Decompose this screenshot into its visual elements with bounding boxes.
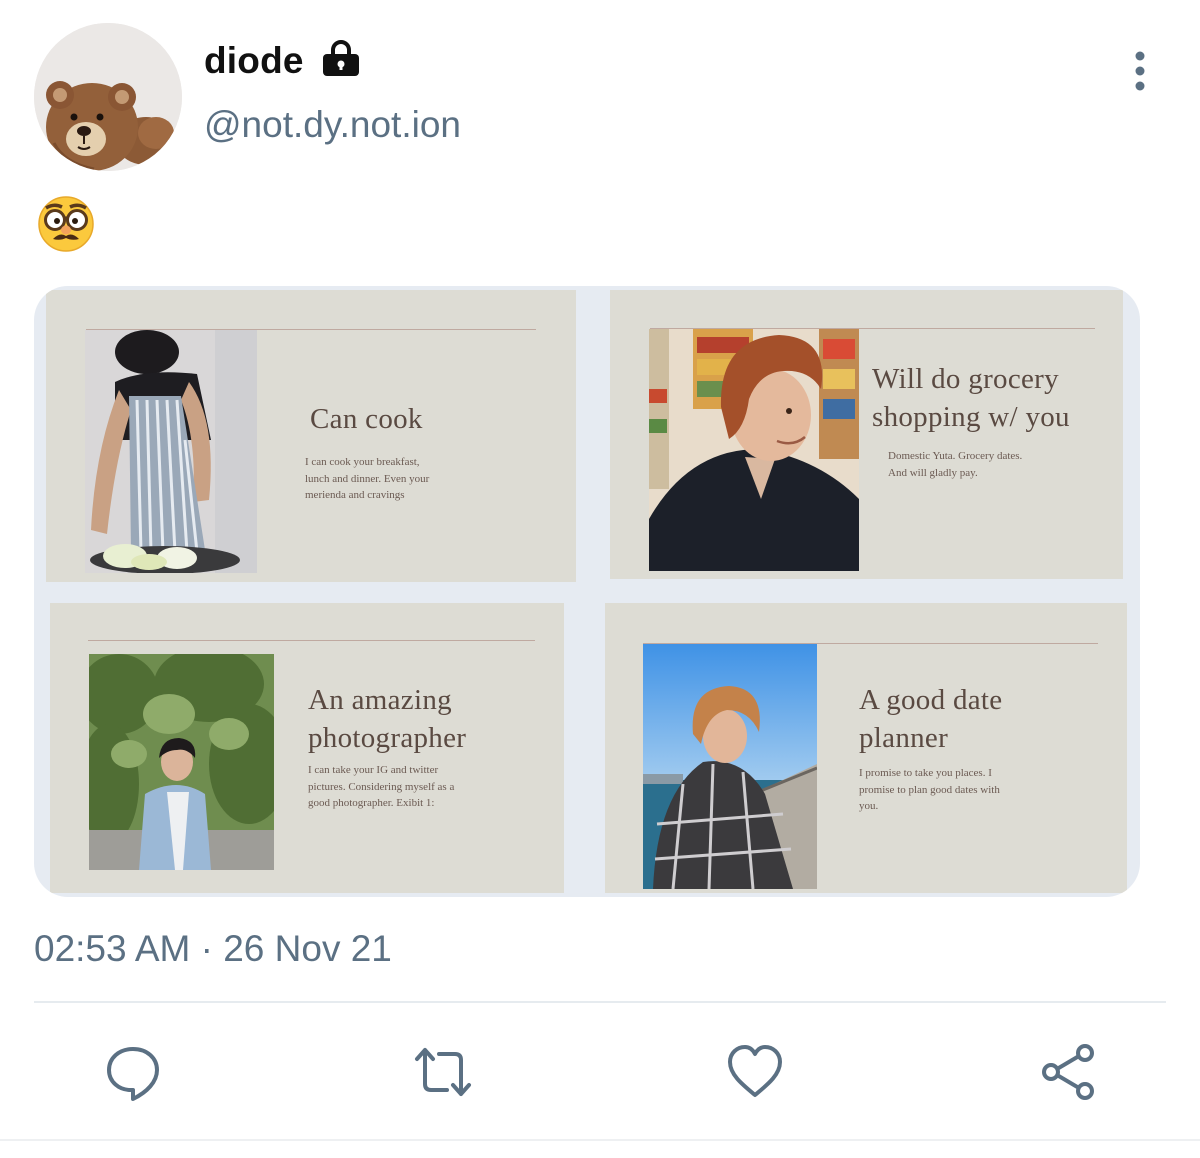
person-by-sea-photo bbox=[643, 644, 817, 889]
slide-title: A good date planner bbox=[859, 684, 1003, 754]
tweet-timestamp[interactable]: 02:53 AM · 26 Nov 21 bbox=[34, 928, 392, 970]
retweet-icon bbox=[415, 1048, 471, 1096]
teddy-bear-avatar bbox=[34, 23, 182, 171]
like-button[interactable] bbox=[725, 1042, 785, 1102]
media-image-3[interactable]: An amazing photographer I can take your … bbox=[50, 603, 564, 893]
slide-title: An amazing photographer bbox=[308, 684, 467, 754]
reply-button[interactable] bbox=[103, 1042, 163, 1102]
nerd-disguise-face-emoji bbox=[36, 194, 96, 254]
display-name[interactable]: diode bbox=[204, 40, 304, 82]
slide-body: I can cook your breakfast, lunch and din… bbox=[305, 456, 430, 501]
share-button[interactable] bbox=[1038, 1042, 1098, 1102]
user-handle[interactable]: @not.dy.not.ion bbox=[204, 104, 461, 146]
person-in-garden-photo bbox=[89, 654, 274, 870]
more-vertical-icon[interactable] bbox=[1124, 50, 1156, 92]
slide-rule bbox=[88, 640, 535, 641]
retweet-button[interactable] bbox=[413, 1042, 473, 1102]
slide-title: Can cook bbox=[310, 403, 423, 435]
avatar[interactable] bbox=[34, 23, 182, 171]
media-image-2[interactable]: Will do grocery shopping w/ you Domestic… bbox=[610, 290, 1123, 579]
heart-icon bbox=[728, 1045, 782, 1097]
lock-icon bbox=[321, 38, 361, 78]
slide-body: Domestic Yuta. Grocery dates. And will g… bbox=[888, 450, 1023, 479]
person-in-store-photo bbox=[649, 329, 859, 571]
slide-body: I promise to take you places. I promise … bbox=[859, 767, 1000, 812]
media-image-1[interactable]: Can cook I can cook your breakfast, lunc… bbox=[46, 290, 576, 582]
divider bbox=[34, 1001, 1166, 1003]
share-icon bbox=[1042, 1044, 1094, 1100]
divider bbox=[0, 1139, 1200, 1141]
slide-body: I can take your IG and twitter pictures.… bbox=[308, 764, 455, 809]
media-image-4[interactable]: A good date planner I promise to take yo… bbox=[605, 603, 1127, 893]
slide-title: Will do grocery shopping w/ you bbox=[872, 363, 1070, 433]
reply-icon bbox=[107, 1047, 159, 1101]
person-cooking-photo bbox=[85, 330, 257, 573]
media-grid: Can cook I can cook your breakfast, lunc… bbox=[34, 286, 1140, 897]
